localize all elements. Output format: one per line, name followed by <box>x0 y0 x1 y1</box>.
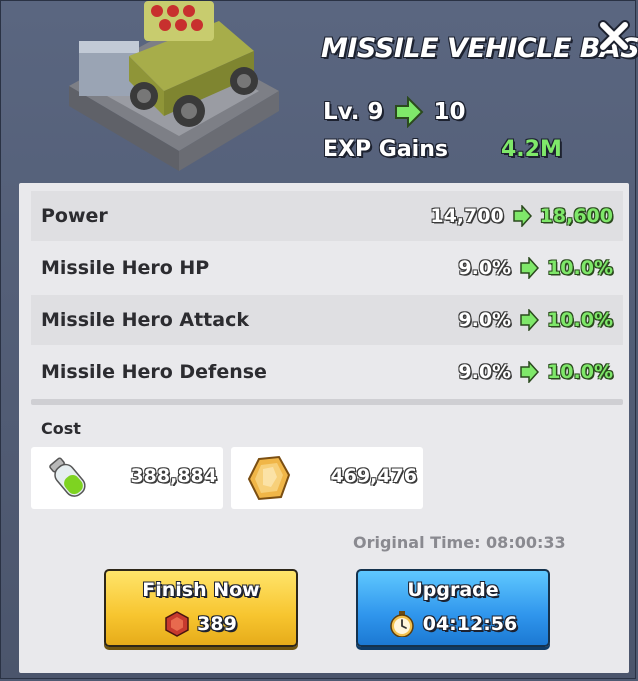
upgrade-label: Upgrade <box>407 579 499 601</box>
cost-amount: 469,476 <box>330 465 417 487</box>
arrow-right-icon <box>520 361 540 383</box>
finish-now-button[interactable]: Finish Now 389 <box>104 569 298 647</box>
upgrade-time-value: 04:12:56 <box>422 613 518 635</box>
stat-current-value: 9.0% <box>458 361 512 383</box>
stat-row-attack: Missile Hero Attack 9.0% 10.0% <box>31 295 623 345</box>
stat-next-value: 10.0% <box>547 309 613 331</box>
divider <box>31 399 623 405</box>
stat-current-value: 14,700 <box>430 205 504 227</box>
gold-ore-icon <box>247 455 291 501</box>
stat-row-hp: Missile Hero HP 9.0% 10.0% <box>31 243 623 293</box>
missile-vehicle-base-image <box>69 1 279 171</box>
exp-value: 4.2M <box>501 137 562 162</box>
stat-next-value: 18,600 <box>539 205 613 227</box>
next-level: 10 <box>433 99 466 125</box>
cost-item-ore: 469,476 <box>231 447 423 509</box>
stat-row-defense: Missile Hero Defense 9.0% 10.0% <box>31 347 623 397</box>
stat-values: 14,700 18,600 <box>430 205 613 227</box>
stats-panel: Power 14,700 18,600 Missile Hero HP 9.0%… <box>19 183 629 673</box>
stat-values: 9.0% 10.0% <box>458 361 613 383</box>
stat-next-value: 10.0% <box>547 361 613 383</box>
potion-vial-icon <box>49 457 86 497</box>
arrow-right-icon <box>520 257 540 279</box>
stat-next-value: 10.0% <box>547 257 613 279</box>
stat-values: 9.0% 10.0% <box>458 309 613 331</box>
finish-now-label: Finish Now <box>142 579 260 601</box>
stat-current-value: 9.0% <box>458 257 512 279</box>
exp-row: EXP Gains 4.2M <box>323 137 573 169</box>
gem-cost-value: 389 <box>197 613 237 635</box>
level-row: Lv. 9 10 <box>323 96 466 128</box>
close-icon[interactable] <box>597 19 631 53</box>
stopwatch-icon <box>389 611 414 637</box>
upgrade-duration: 04:12:56 <box>358 611 548 637</box>
arrow-right-icon <box>520 309 540 331</box>
original-time: Original Time: 08:00:33 <box>353 533 566 552</box>
dialog-title: MISSILE VEHICLE BASE <box>321 33 638 64</box>
stat-name: Power <box>41 205 108 227</box>
upgrade-dialog: MISSILE VEHICLE BASE Lv. 9 10 EXP Gains … <box>0 0 638 679</box>
stat-name: Missile Hero HP <box>41 257 210 279</box>
upgrade-button[interactable]: Upgrade 04:12:56 <box>356 569 550 647</box>
stat-name: Missile Hero Defense <box>41 361 267 383</box>
current-level: Lv. 9 <box>323 99 384 125</box>
cost-item-potion: 388,884 <box>31 447 223 509</box>
finish-now-cost: 389 <box>106 611 296 637</box>
arrow-right-icon <box>394 96 423 128</box>
cost-amount: 388,884 <box>130 465 217 487</box>
arrow-right-icon <box>512 205 532 227</box>
gem-icon <box>165 611 189 637</box>
stat-name: Missile Hero Attack <box>41 309 249 331</box>
cost-label: Cost <box>41 419 81 438</box>
exp-label: EXP Gains <box>323 137 448 162</box>
stat-values: 9.0% 10.0% <box>458 257 613 279</box>
stat-current-value: 9.0% <box>458 309 512 331</box>
stat-row-power: Power 14,700 18,600 <box>31 191 623 241</box>
